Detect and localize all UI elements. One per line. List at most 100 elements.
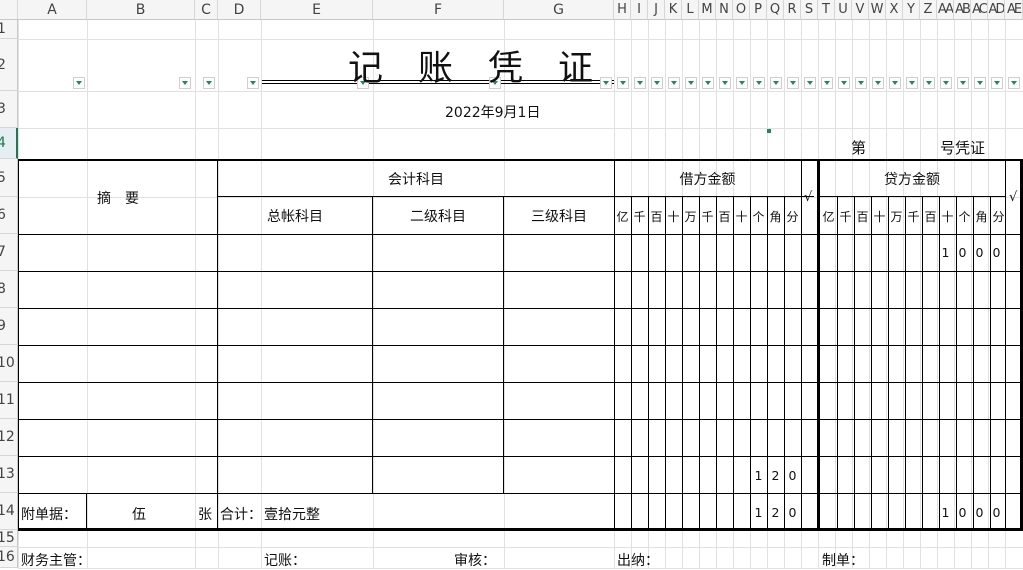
column-header-H[interactable]: H [614, 0, 631, 20]
column-header-O[interactable]: O [733, 0, 750, 20]
row-header-12[interactable]: 12 [0, 419, 18, 456]
column-header-AD[interactable]: AD [988, 0, 1005, 20]
row-header-15[interactable]: 15 [0, 530, 18, 547]
voucher-no-suffix[interactable]: 号凭证 [940, 137, 985, 158]
debit-row13-digit-8[interactable]: 2 [767, 468, 784, 484]
column-header-G[interactable]: G [504, 0, 614, 20]
credit-unit-9[interactable]: 角 [973, 208, 990, 225]
filter-dropdown-button[interactable] [991, 77, 1003, 89]
filter-dropdown-button[interactable] [974, 77, 986, 89]
column-header-P[interactable]: P [750, 0, 767, 20]
credit-unit-2[interactable]: 百 [854, 208, 871, 225]
credit-total-digit-6[interactable]: 1 [937, 505, 954, 521]
column-header-Y[interactable]: Y [903, 0, 920, 20]
header-debit-amount[interactable]: 借方金额 [615, 161, 800, 197]
filter-dropdown-button[interactable] [203, 77, 215, 89]
row-header-9[interactable]: 9 [0, 308, 18, 345]
filter-dropdown-button[interactable] [923, 77, 935, 89]
corner-cell[interactable] [0, 0, 18, 20]
filter-dropdown-button[interactable] [872, 77, 884, 89]
filter-dropdown-button[interactable] [957, 77, 969, 89]
filter-dropdown-button[interactable] [855, 77, 867, 89]
filter-dropdown-button[interactable] [753, 77, 765, 89]
sig-preparer[interactable]: 制单： [822, 550, 864, 570]
debit-row13-digit-9[interactable]: 0 [784, 468, 801, 484]
row-header-3[interactable]: 3 [0, 91, 18, 128]
credit-unit-0[interactable]: 亿 [820, 208, 837, 225]
debit-total-digit-7[interactable]: 1 [750, 505, 767, 521]
voucher-date[interactable]: 2022年9月1日 [445, 102, 540, 122]
debit-unit-0[interactable]: 亿 [614, 208, 631, 225]
credit-unit-8[interactable]: 个 [956, 208, 973, 225]
credit-unit-6[interactable]: 百 [922, 208, 939, 225]
row-header-6[interactable]: 6 [0, 197, 18, 234]
debit-check-mark[interactable]: √ [804, 190, 812, 205]
voucher-no-prefix[interactable]: 第 [851, 137, 866, 158]
filter-dropdown-button[interactable] [906, 77, 918, 89]
debit-total-digit-9[interactable]: 0 [784, 505, 801, 521]
header-second-level[interactable]: 二级科目 [373, 198, 503, 234]
column-header-Q[interactable]: Q [767, 0, 784, 20]
column-header-L[interactable]: L [682, 0, 699, 20]
row-header-11[interactable]: 11 [0, 382, 18, 419]
credit-unit-4[interactable]: 万 [888, 208, 905, 225]
credit-row7-digit-6[interactable]: 1 [937, 245, 954, 261]
credit-row7-digit-8[interactable]: 0 [971, 245, 988, 261]
debit-unit-6[interactable]: 百 [716, 208, 733, 225]
filter-dropdown-button[interactable] [685, 77, 697, 89]
filter-dropdown-button[interactable] [736, 77, 748, 89]
sig-cashier[interactable]: 出纳： [617, 550, 659, 570]
row-header-14[interactable]: 14 [0, 493, 18, 530]
credit-unit-5[interactable]: 千 [905, 208, 922, 225]
column-header-A[interactable]: A [18, 0, 87, 20]
credit-unit-7[interactable]: 十 [939, 208, 956, 225]
column-header-C[interactable]: C [195, 0, 218, 20]
filter-dropdown-button[interactable] [179, 77, 191, 89]
column-header-U[interactable]: U [835, 0, 852, 20]
row-header-8[interactable]: 8 [0, 271, 18, 308]
row-header-13[interactable]: 13 [0, 456, 18, 493]
row-header-4[interactable]: 4 [0, 128, 18, 159]
header-general-ledger[interactable]: 总帐科目 [218, 198, 372, 234]
header-third-level[interactable]: 三级科目 [504, 198, 614, 234]
filter-dropdown-button[interactable] [702, 77, 714, 89]
column-header-V[interactable]: V [852, 0, 869, 20]
column-header-AA[interactable]: AA [937, 0, 954, 20]
row-header-5[interactable]: 5 [0, 159, 18, 197]
credit-total-digit-8[interactable]: 0 [971, 505, 988, 521]
filter-dropdown-button[interactable] [787, 77, 799, 89]
sig-finance-supervisor[interactable]: 财务主管： [21, 550, 91, 570]
column-header-I[interactable]: I [631, 0, 648, 20]
filter-dropdown-button[interactable] [634, 77, 646, 89]
filter-dropdown-button[interactable] [651, 77, 663, 89]
column-header-AE[interactable]: AE [1005, 0, 1023, 20]
filter-dropdown-button[interactable] [940, 77, 952, 89]
attachments-unit[interactable]: 张 [198, 504, 212, 524]
filter-dropdown-button[interactable] [73, 77, 85, 89]
header-summary[interactable]: 摘 要 [19, 161, 217, 234]
column-header-M[interactable]: M [699, 0, 716, 20]
column-header-AC[interactable]: AC [971, 0, 988, 20]
column-header-K[interactable]: K [665, 0, 682, 20]
header-account-subject[interactable]: 会计科目 [218, 161, 614, 197]
column-header-N[interactable]: N [716, 0, 733, 20]
header-credit-amount[interactable]: 贷方金额 [820, 161, 1004, 197]
filter-dropdown-button[interactable] [668, 77, 680, 89]
row-header-16[interactable]: 16 [0, 547, 18, 568]
credit-unit-3[interactable]: 十 [871, 208, 888, 225]
column-header-Z[interactable]: Z [920, 0, 937, 20]
column-header-T[interactable]: T [818, 0, 835, 20]
row-header-1[interactable]: 1 [0, 20, 18, 39]
credit-row7-digit-9[interactable]: 0 [988, 245, 1005, 261]
credit-unit-10[interactable]: 分 [990, 208, 1007, 225]
filter-dropdown-button[interactable] [247, 77, 259, 89]
debit-unit-10[interactable]: 分 [784, 208, 801, 225]
filter-dropdown-button[interactable] [1008, 77, 1020, 89]
column-header-F[interactable]: F [373, 0, 504, 20]
credit-total-digit-7[interactable]: 0 [954, 505, 971, 521]
filter-dropdown-button[interactable] [770, 77, 782, 89]
filter-dropdown-button[interactable] [821, 77, 833, 89]
credit-check-mark[interactable]: √ [1009, 190, 1017, 205]
column-header-S[interactable]: S [801, 0, 818, 20]
debit-unit-1[interactable]: 千 [631, 208, 648, 225]
